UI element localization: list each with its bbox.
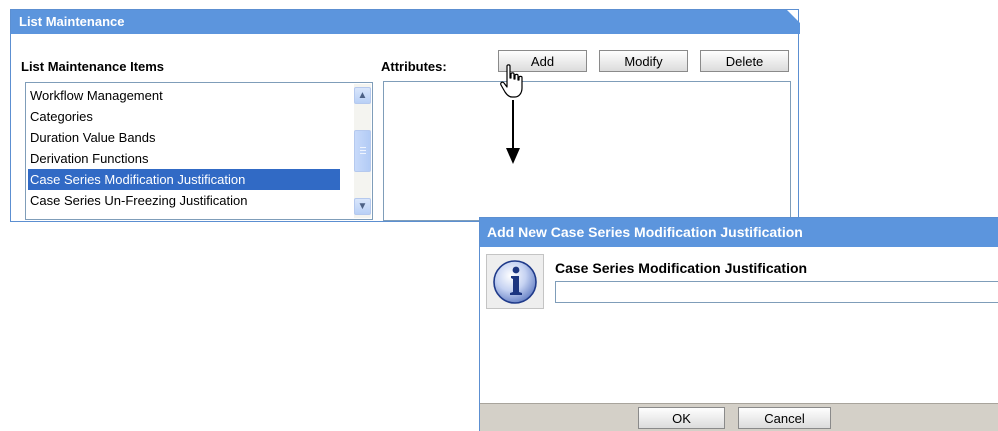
ok-button[interactable]: OK bbox=[638, 407, 725, 429]
delete-button[interactable]: Delete bbox=[700, 50, 789, 72]
grip-line bbox=[360, 147, 366, 148]
list-item[interactable]: Derivation Functions bbox=[28, 148, 340, 169]
list-items-container: Workflow Management Categories Duration … bbox=[28, 85, 340, 211]
justification-field-label: Case Series Modification Justification bbox=[555, 260, 808, 276]
attributes-list[interactable] bbox=[383, 81, 791, 221]
screen: List Maintenance List Maintenance Items … bbox=[0, 0, 998, 431]
grip-line bbox=[360, 150, 366, 151]
grip-line bbox=[360, 153, 366, 154]
add-justification-dialog: Add New Case Series Modification Justifi… bbox=[479, 217, 998, 431]
info-icon bbox=[486, 254, 544, 309]
scroll-up-icon[interactable]: ▲ bbox=[354, 87, 371, 104]
panel-title: List Maintenance bbox=[11, 10, 800, 34]
dialog-footer: OK Cancel bbox=[480, 403, 998, 431]
vertical-scrollbar[interactable]: ▲ ▼ bbox=[354, 84, 371, 218]
list-item-selected[interactable]: Case Series Modification Justification bbox=[28, 169, 340, 190]
dialog-title: Add New Case Series Modification Justifi… bbox=[480, 218, 998, 247]
scroll-thumb[interactable] bbox=[354, 130, 371, 172]
scroll-down-icon[interactable]: ▼ bbox=[354, 198, 371, 215]
attributes-label: Attributes: bbox=[381, 59, 447, 74]
cancel-button[interactable]: Cancel bbox=[738, 407, 831, 429]
list-item[interactable]: Workflow Management bbox=[28, 85, 340, 106]
add-button[interactable]: Add bbox=[498, 50, 587, 72]
justification-input[interactable] bbox=[555, 281, 998, 303]
list-item[interactable]: Categories bbox=[28, 106, 340, 127]
list-maintenance-items-listbox[interactable]: Workflow Management Categories Duration … bbox=[25, 82, 373, 220]
modify-button[interactable]: Modify bbox=[599, 50, 688, 72]
list-item[interactable]: Case Series Un-Freezing Justification bbox=[28, 190, 340, 211]
list-item[interactable]: Duration Value Bands bbox=[28, 127, 340, 148]
list-items-label: List Maintenance Items bbox=[21, 59, 165, 74]
